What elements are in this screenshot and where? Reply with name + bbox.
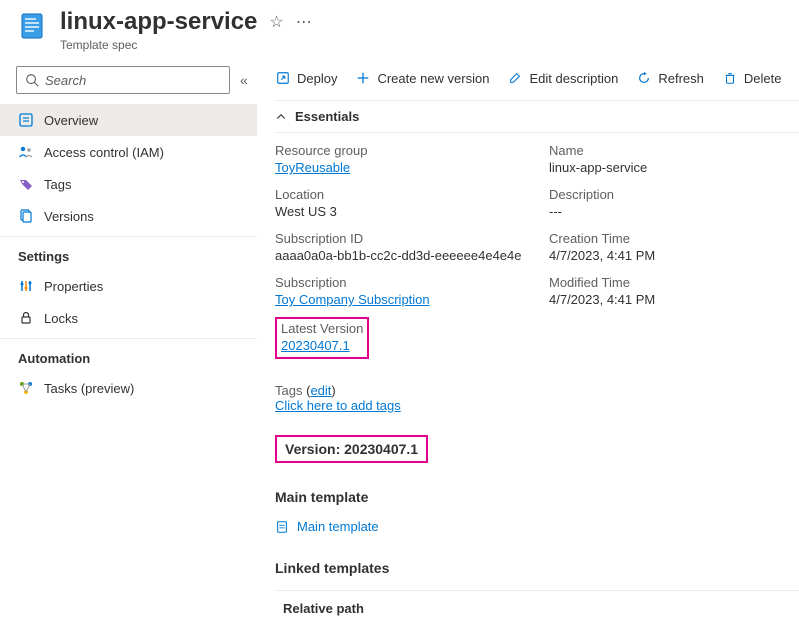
sidebar-item-label: Locks [44, 311, 78, 326]
header-title-block: linux-app-service ☆ ⋯ Template spec [60, 8, 783, 52]
create-version-button[interactable]: Create new version [355, 70, 489, 86]
search-box[interactable] [16, 66, 230, 94]
latest-version-link[interactable]: 20230407.1 [281, 338, 350, 353]
plus-icon [355, 70, 371, 86]
latest-version-highlight: Latest Version 20230407.1 [275, 317, 369, 359]
chevron-up-icon [275, 111, 287, 123]
tags-icon [18, 176, 34, 192]
document-icon [275, 520, 289, 534]
deploy-button[interactable]: Deploy [275, 70, 337, 86]
sidebar-item-versions[interactable]: Versions [0, 200, 257, 232]
ess-description: Description --- [549, 187, 799, 219]
sidebar-item-label: Tags [44, 177, 71, 192]
search-input[interactable] [45, 73, 221, 88]
collapse-sidebar-icon[interactable]: « [236, 72, 252, 88]
versions-icon [18, 208, 34, 224]
template-spec-icon [16, 10, 48, 42]
more-icon[interactable]: ⋯ [296, 12, 312, 32]
sidebar-item-locks[interactable]: Locks [0, 302, 257, 334]
ess-location: Location West US 3 [275, 187, 525, 219]
sidebar-item-label: Tasks (preview) [44, 381, 134, 396]
access-control-icon [18, 144, 34, 160]
main-template-link[interactable]: Main template [275, 519, 799, 534]
ess-name: Name linux-app-service [549, 143, 799, 175]
sidebar: « Overview Access control (IAM) Tags Ver [0, 60, 257, 625]
pencil-icon [507, 70, 523, 86]
sidebar-item-label: Access control (IAM) [44, 145, 164, 160]
refresh-icon [636, 70, 652, 86]
linked-templates-column-header: Relative path [275, 590, 799, 625]
ess-creation-time: Creation Time 4/7/2023, 4:41 PM [549, 231, 799, 263]
deploy-icon [275, 70, 291, 86]
sidebar-item-tags[interactable]: Tags [0, 168, 257, 200]
trash-icon [722, 70, 738, 86]
overview-icon [18, 112, 34, 128]
ess-modified-time: Modified Time 4/7/2023, 4:41 PM [549, 275, 799, 307]
resource-group-link[interactable]: ToyReusable [275, 160, 350, 175]
favorite-icon[interactable]: ☆ [269, 12, 283, 32]
sidebar-item-properties[interactable]: Properties [0, 270, 257, 302]
linked-templates-heading: Linked templates [275, 560, 799, 576]
ess-tags: Tags (edit) Click here to add tags [275, 383, 525, 413]
essentials-toggle[interactable]: Essentials [275, 100, 799, 133]
page-header: linux-app-service ☆ ⋯ Template spec [0, 0, 799, 60]
tags-add-link[interactable]: Click here to add tags [275, 398, 401, 413]
ess-subscription: Subscription Toy Company Subscription [275, 275, 525, 307]
sidebar-item-overview[interactable]: Overview [0, 104, 257, 136]
sidebar-item-label: Overview [44, 113, 98, 128]
main-template-heading: Main template [275, 489, 799, 505]
page-title: linux-app-service [60, 8, 257, 36]
locks-icon [18, 310, 34, 326]
properties-icon [18, 278, 34, 294]
search-icon [25, 73, 39, 87]
sidebar-section-settings: Settings [0, 236, 257, 270]
delete-button[interactable]: Delete [722, 70, 782, 86]
ess-subscription-id: Subscription ID aaaa0a0a-bb1b-cc2c-dd3d-… [275, 231, 525, 263]
essentials-body: Resource group ToyReusable Location West… [275, 133, 799, 413]
tasks-icon [18, 380, 34, 396]
sidebar-item-label: Properties [44, 279, 103, 294]
sidebar-item-label: Versions [44, 209, 94, 224]
ess-resource-group: Resource group ToyReusable [275, 143, 525, 175]
subscription-link[interactable]: Toy Company Subscription [275, 292, 430, 307]
page-subtitle: Template spec [60, 38, 783, 52]
toolbar: Deploy Create new version Edit descripti… [275, 66, 799, 100]
sidebar-item-tasks[interactable]: Tasks (preview) [0, 372, 257, 404]
version-heading: Version: 20230407.1 [275, 435, 428, 463]
main-content: Deploy Create new version Edit descripti… [257, 60, 799, 625]
sidebar-item-access-control[interactable]: Access control (IAM) [0, 136, 257, 168]
sidebar-section-automation: Automation [0, 338, 257, 372]
edit-description-button[interactable]: Edit description [507, 70, 618, 86]
refresh-button[interactable]: Refresh [636, 70, 704, 86]
tags-edit-link[interactable]: edit [310, 383, 331, 398]
